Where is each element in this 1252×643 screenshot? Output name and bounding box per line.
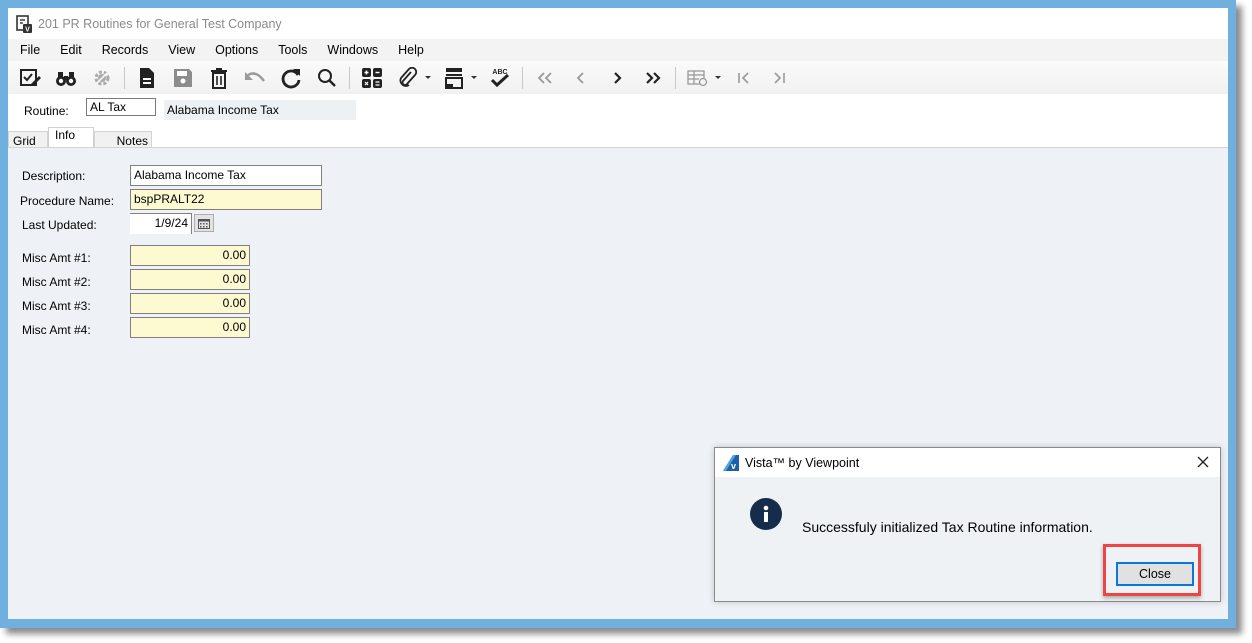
menu-help[interactable]: Help [388,43,434,57]
svg-text:ABC: ABC [492,69,507,76]
new-record-button[interactable] [133,65,161,91]
toolbar-separator [124,66,125,89]
procedure-name-input[interactable]: bspPRALT22 [130,189,322,210]
grid-settings-dropdown[interactable] [714,65,722,91]
dialog-title-bar: v Vista™ by Viewpoint [715,448,1220,477]
form-document-icon: V [16,14,32,33]
delete-button[interactable] [205,65,233,91]
new-record-icon [140,67,154,88]
edit-checklist-icon [20,68,41,86]
grid-settings-icon [687,69,708,86]
menu-windows[interactable]: Windows [317,43,388,57]
viewpoint-logo-icon: v [723,454,739,471]
attachment-paperclip-icon [399,66,418,87]
close-icon [1197,456,1209,468]
refresh-button[interactable] [277,65,305,91]
search-button[interactable] [313,65,341,91]
message-dialog: v Vista™ by Viewpoint Successfuly initia… [714,447,1221,602]
settings-button[interactable] [88,65,116,91]
svg-text:v: v [731,461,736,471]
previous-record-icon [576,71,584,84]
routine-input[interactable]: AL Tax [86,98,156,116]
save-button[interactable] [169,65,197,91]
print-icon [445,67,463,89]
undo-button[interactable] [241,65,269,91]
title-bar: V 201 PR Routines for General Test Compa… [8,8,1228,39]
next-record-icon [614,71,622,84]
last-updated-label: Last Updated: [22,218,97,232]
description-input[interactable]: Alabama Income Tax [130,165,322,186]
info-icon [750,498,782,530]
search-icon [318,68,336,87]
misc-amt-1-input[interactable]: 0.00 [130,245,250,266]
toolbar: ABC [8,61,1228,94]
misc-amt-2-label: Misc Amt #2: [22,275,91,289]
misc-amt-3-input[interactable]: 0.00 [130,293,250,314]
procedure-name-label: Procedure Name: [20,194,115,208]
grid-settings-button[interactable] [684,65,712,91]
routine-label: Routine: [24,104,69,118]
menu-tools[interactable]: Tools [268,43,317,57]
first-record-button[interactable] [531,65,559,91]
last-record-button[interactable] [639,65,667,91]
dialog-close-x-button[interactable] [1194,453,1212,471]
menu-records[interactable]: Records [92,43,159,57]
previous-record-button[interactable] [567,65,595,91]
toolbar-separator [349,66,350,89]
gear-settings-icon [94,70,110,85]
close-button[interactable]: Close [1116,562,1194,586]
calendar-icon [198,218,210,229]
binoculars-find-icon [56,71,76,86]
first-record-icon [537,71,552,84]
toolbar-separator [675,66,676,89]
first-page-icon [738,71,749,84]
calendar-button[interactable] [194,214,214,232]
misc-amt-1-label: Misc Amt #1: [22,251,91,265]
misc-amt-2-input[interactable]: 0.00 [130,269,250,290]
menu-view[interactable]: View [158,43,205,57]
menu-options[interactable]: Options [205,43,268,57]
description-label: Description: [22,169,86,183]
first-page-button[interactable] [730,65,758,91]
tab-info[interactable]: Info [48,127,94,149]
last-page-button[interactable] [766,65,794,91]
menu-edit[interactable]: Edit [50,43,92,57]
menu-bar: File Edit Records View Options Tools Win… [8,39,1228,61]
svg-text:V: V [25,26,30,33]
dialog-message: Successfuly initialized Tax Routine info… [802,519,1093,535]
last-page-icon [774,71,785,84]
undo-icon [245,71,266,82]
menu-file[interactable]: File [8,43,50,57]
tab-strip: Grid Info Notes [8,127,152,149]
find-button[interactable] [52,65,80,91]
window-title: 201 PR Routines for General Test Company [38,16,282,31]
toolbar-separator [522,66,523,89]
routine-description: Alabama Income Tax [164,100,356,120]
dialog-title: Vista™ by Viewpoint [745,455,860,470]
save-icon [174,68,192,87]
spellcheck-button[interactable]: ABC [486,65,514,91]
next-record-button[interactable] [603,65,631,91]
calculator-button[interactable] [358,65,386,91]
record-header: Routine: AL Tax Alabama Income Tax Grid … [8,94,1228,149]
edit-checklist-button[interactable] [16,65,44,91]
misc-amt-4-input[interactable]: 0.00 [130,317,250,338]
last-record-icon [646,71,661,84]
attachment-button[interactable] [394,65,422,91]
calculator-icon [362,67,382,88]
spellcheck-abc-icon: ABC [490,69,510,87]
last-updated-input[interactable]: 1/9/24 [130,213,192,234]
misc-amt-3-label: Misc Amt #3: [22,299,91,313]
print-button[interactable] [440,65,468,91]
attachment-dropdown[interactable] [424,65,432,91]
misc-amt-4-label: Misc Amt #4: [22,323,91,337]
print-dropdown[interactable] [470,65,478,91]
delete-trash-icon [211,67,227,89]
refresh-icon [281,68,301,88]
